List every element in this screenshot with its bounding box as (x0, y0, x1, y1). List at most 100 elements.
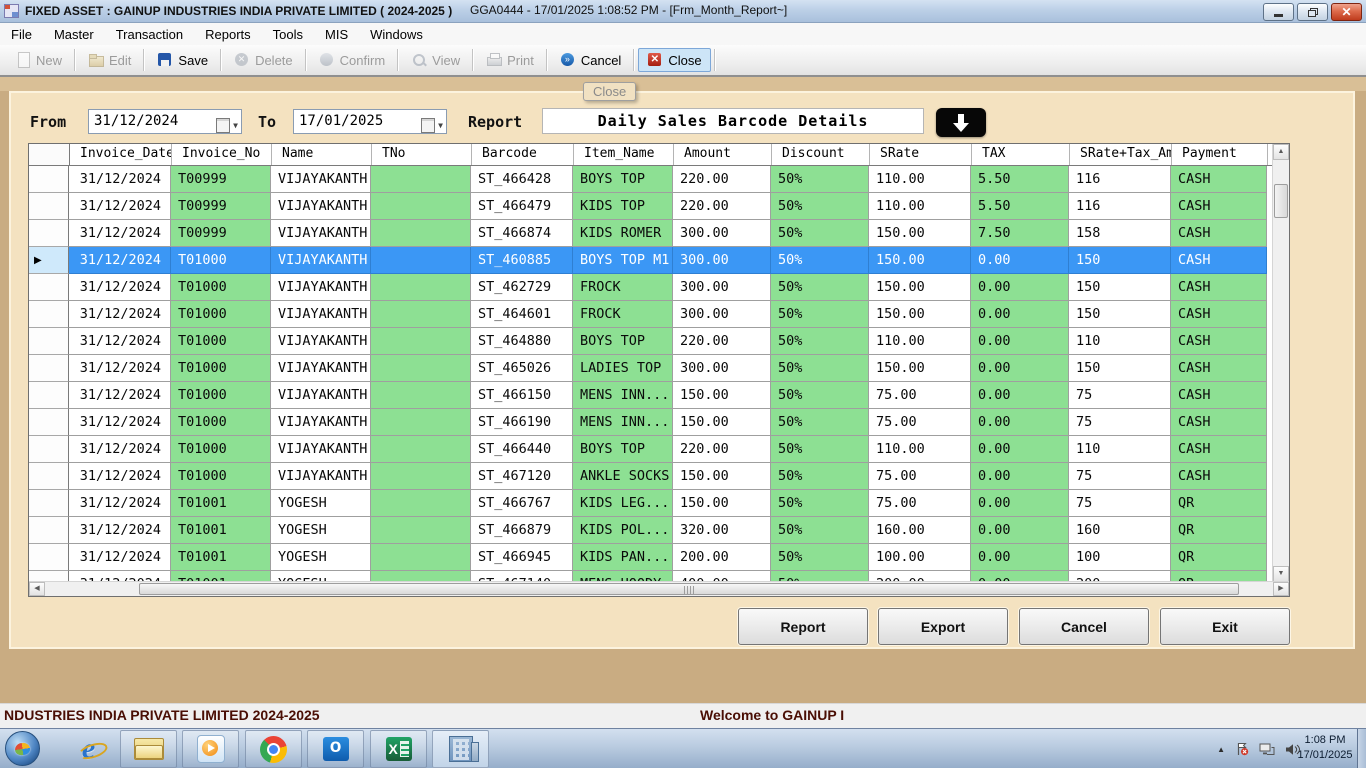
cell-amount[interactable]: 220.00 (673, 166, 771, 193)
cell-srate[interactable]: 150.00 (869, 274, 971, 301)
cell-name[interactable]: VIJAYAKANTH (271, 274, 371, 301)
cell-tax[interactable]: 0.00 (971, 544, 1069, 571)
cell-barcode[interactable]: ST_465026 (471, 355, 573, 382)
table-row[interactable]: 31/12/2024T01000VIJAYAKANTHST_462729FROC… (29, 274, 1273, 301)
cell-invoice_no[interactable]: T01000 (171, 382, 271, 409)
cell-name[interactable]: VIJAYAKANTH (271, 193, 371, 220)
scroll-down-arrow-icon[interactable]: ▼ (1273, 566, 1289, 582)
toolbar-button-close[interactable]: Close (638, 48, 710, 72)
cell-invoice_no[interactable]: T01000 (171, 274, 271, 301)
menu-item-master[interactable]: Master (43, 25, 105, 44)
taskbar-app-media-player[interactable] (182, 730, 239, 768)
cell-tax[interactable]: 0.00 (971, 436, 1069, 463)
cell-discount[interactable]: 50% (771, 517, 869, 544)
toolbar-button-view[interactable]: View (402, 48, 469, 72)
cell-discount[interactable]: 50% (771, 328, 869, 355)
cell-invoice_date[interactable]: 31/12/2024 (69, 409, 171, 436)
cell-discount[interactable]: 50% (771, 220, 869, 247)
cell-srate[interactable]: 100.00 (869, 544, 971, 571)
cell-barcode[interactable]: ST_466428 (471, 166, 573, 193)
cell-payment[interactable]: CASH (1171, 409, 1267, 436)
toolbar-button-edit[interactable]: Edit (79, 48, 140, 72)
cell-srate[interactable]: 160.00 (869, 517, 971, 544)
cell-payment[interactable]: CASH (1171, 274, 1267, 301)
cell-barcode[interactable]: ST_464880 (471, 328, 573, 355)
show-desktop-button[interactable] (1357, 729, 1366, 768)
table-row[interactable]: ▶31/12/2024T01000VIJAYAKANTHST_460885BOY… (29, 247, 1273, 274)
cell-invoice_no[interactable]: T01000 (171, 301, 271, 328)
cell-srate[interactable]: 110.00 (869, 328, 971, 355)
row-selector-header[interactable] (29, 144, 70, 165)
cell-amount[interactable]: 300.00 (673, 220, 771, 247)
cell-tno[interactable] (371, 328, 471, 355)
cell-tax[interactable]: 0.00 (971, 274, 1069, 301)
cell-srate+tax_amo[interactable]: 150 (1069, 247, 1171, 274)
cell-item_name[interactable]: BOYS TOP (573, 166, 673, 193)
cell-invoice_date[interactable]: 31/12/2024 (69, 220, 171, 247)
row-selector[interactable] (29, 220, 69, 247)
column-header-tax[interactable]: TAX (972, 144, 1070, 165)
cell-invoice_no[interactable]: T01001 (171, 490, 271, 517)
calendar-icon[interactable] (421, 118, 435, 133)
scroll-up-arrow-icon[interactable]: ▲ (1273, 144, 1289, 160)
cell-tno[interactable] (371, 301, 471, 328)
taskbar-app-file-explorer[interactable] (120, 730, 177, 768)
cell-invoice_date[interactable]: 31/12/2024 (69, 193, 171, 220)
to-date-input[interactable]: 17/01/2025 ▼ (293, 109, 447, 134)
cell-invoice_no[interactable]: T01000 (171, 436, 271, 463)
cell-payment[interactable]: CASH (1171, 247, 1267, 274)
cell-tax[interactable]: 0.00 (971, 301, 1069, 328)
table-row[interactable]: 31/12/2024T00999VIJAYAKANTHST_466479KIDS… (29, 193, 1273, 220)
row-selector[interactable] (29, 490, 69, 517)
cell-name[interactable]: VIJAYAKANTH (271, 220, 371, 247)
row-selector[interactable] (29, 409, 69, 436)
cell-name[interactable]: YOGESH (271, 544, 371, 571)
cell-srate+tax_amo[interactable]: 160 (1069, 517, 1171, 544)
cell-item_name[interactable]: MENS INN... (573, 382, 673, 409)
cell-tax[interactable]: 0.00 (971, 409, 1069, 436)
cell-amount[interactable]: 200.00 (673, 544, 771, 571)
table-row[interactable]: 31/12/2024T01001YOGESHST_466767KIDS LEG.… (29, 490, 1273, 517)
taskbar-clock[interactable]: 1:08 PM 17/01/2025 (1294, 733, 1356, 763)
load-report-button[interactable] (936, 108, 986, 137)
cell-tax[interactable]: 0.00 (971, 328, 1069, 355)
cell-srate+tax_amo[interactable]: 150 (1069, 301, 1171, 328)
cell-invoice_no[interactable]: T01000 (171, 247, 271, 274)
cell-item_name[interactable]: BOYS TOP (573, 436, 673, 463)
cell-amount[interactable]: 300.00 (673, 301, 771, 328)
cell-discount[interactable]: 50% (771, 544, 869, 571)
cell-payment[interactable]: CASH (1171, 328, 1267, 355)
cell-amount[interactable]: 300.00 (673, 274, 771, 301)
table-row[interactable]: 31/12/2024T00999VIJAYAKANTHST_466874KIDS… (29, 220, 1273, 247)
cell-srate+tax_amo[interactable]: 158 (1069, 220, 1171, 247)
cell-srate[interactable]: 150.00 (869, 301, 971, 328)
cell-invoice_date[interactable]: 31/12/2024 (69, 355, 171, 382)
row-selector[interactable] (29, 166, 69, 193)
cell-barcode[interactable]: ST_467120 (471, 463, 573, 490)
menu-item-reports[interactable]: Reports (194, 25, 262, 44)
cell-discount[interactable]: 50% (771, 247, 869, 274)
column-header-amount[interactable]: Amount (674, 144, 772, 165)
scroll-left-arrow-icon[interactable]: ◀ (29, 582, 45, 596)
cell-invoice_no[interactable]: T00999 (171, 193, 271, 220)
column-header-tno[interactable]: TNo (372, 144, 472, 165)
column-header-invoice_date[interactable]: Invoice_Date (70, 144, 172, 165)
cell-invoice_date[interactable]: 31/12/2024 (69, 382, 171, 409)
cell-srate[interactable]: 75.00 (869, 409, 971, 436)
cell-name[interactable]: VIJAYAKANTH (271, 382, 371, 409)
cell-name[interactable]: VIJAYAKANTH (271, 436, 371, 463)
cell-discount[interactable]: 50% (771, 463, 869, 490)
cell-invoice_date[interactable]: 31/12/2024 (69, 301, 171, 328)
cell-tax[interactable]: 5.50 (971, 166, 1069, 193)
taskbar-app-outlook[interactable] (307, 730, 364, 768)
horizontal-scroll-thumb[interactable] (139, 583, 1239, 595)
cell-name[interactable]: VIJAYAKANTH (271, 355, 371, 382)
cell-tno[interactable] (371, 355, 471, 382)
cell-item_name[interactable]: KIDS PAN... (573, 544, 673, 571)
action-center-flag-icon[interactable] (1235, 742, 1249, 756)
chevron-down-icon[interactable]: ▼ (438, 114, 443, 137)
from-date-input[interactable]: 31/12/2024 ▼ (88, 109, 242, 134)
row-selector[interactable] (29, 328, 69, 355)
cell-barcode[interactable]: ST_466479 (471, 193, 573, 220)
cell-barcode[interactable]: ST_466874 (471, 220, 573, 247)
